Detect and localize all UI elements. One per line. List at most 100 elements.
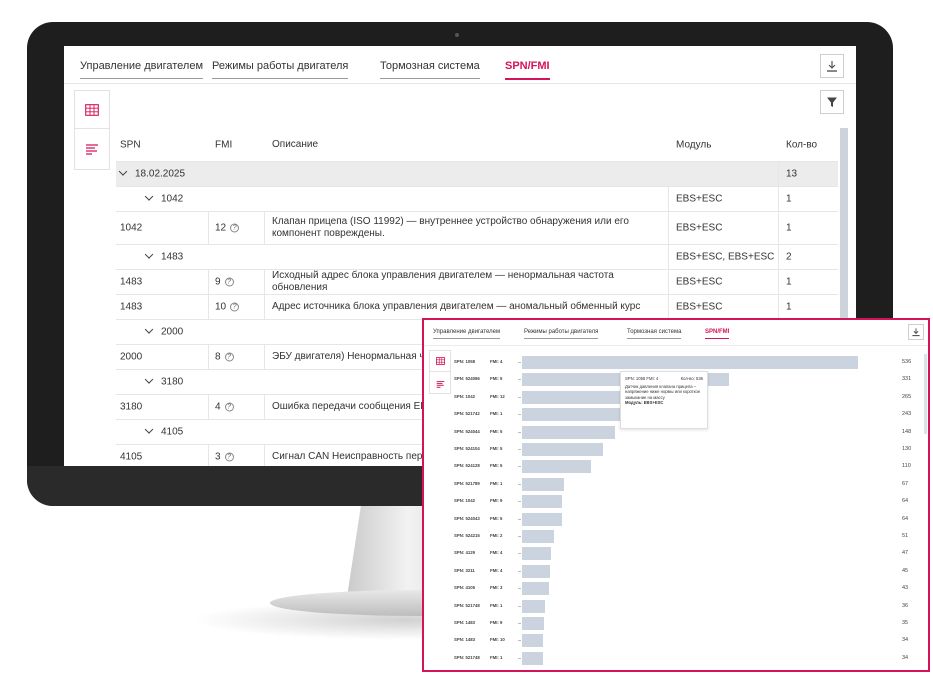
chart-bar[interactable] — [522, 582, 549, 596]
chart-spn-label: SPN: 3211 — [454, 567, 475, 573]
chart-row[interactable]: SPN: 521748 FMI: 1 34 — [454, 650, 924, 667]
group-label[interactable]: 2000 — [144, 325, 183, 338]
chart-bar[interactable] — [522, 634, 544, 648]
table-scrollbar-thumb[interactable] — [840, 128, 848, 328]
tab-engine-modes[interactable]: Режимы работы двигателя — [212, 60, 349, 79]
group-label[interactable]: 1042 — [144, 192, 183, 205]
chart-row[interactable]: SPN: 1042 FMI: 9 64 — [454, 493, 924, 510]
chart-bar[interactable] — [522, 512, 563, 526]
chart-bar[interactable] — [522, 495, 563, 509]
header-count[interactable]: Кол-во — [786, 139, 817, 150]
chart-axis-tick — [518, 379, 521, 381]
group-label[interactable]: 1483 — [144, 250, 183, 263]
chart-row[interactable]: SPN: 524215 FMI: 2 51 — [454, 528, 924, 545]
chart-row[interactable]: SPN: 1058 FMI: 4 536 — [454, 354, 924, 371]
spn-group-row[interactable]: 1483 EBS+ESC, EBS+ESC 2 — [116, 245, 838, 270]
chart-bar[interactable] — [522, 460, 591, 474]
chart-category-label: SPN: 521742 FMI: 1 — [454, 411, 518, 416]
chart-fmi-label: FMI: 1 — [490, 480, 503, 486]
table-row[interactable]: 1483 10? Адрес источника блока управления … — [116, 295, 838, 320]
fmi-cell: 10? — [215, 302, 240, 313]
chart-row[interactable]: SPN: 521789 FMI: 1 67 — [454, 476, 924, 493]
tab-spn-fmi[interactable]: SPN/FMI — [505, 60, 550, 80]
overlay-download-button[interactable] — [908, 324, 924, 340]
chart-row[interactable]: SPN: 4129 FMI: 4 47 — [454, 545, 924, 562]
overlay-tab-spn-fmi[interactable]: SPN/FMI — [705, 329, 730, 339]
help-icon[interactable]: ? — [224, 402, 234, 412]
help-icon[interactable]: ? — [230, 223, 240, 233]
chart-bar[interactable] — [522, 425, 615, 439]
group-label[interactable]: 4105 — [144, 425, 183, 438]
help-icon[interactable]: ? — [230, 302, 240, 312]
download-button[interactable] — [820, 54, 844, 78]
overlay-tab-engine-modes[interactable]: Режимы работы двигателя — [524, 329, 599, 339]
header-module[interactable]: Модуль — [676, 139, 711, 150]
fmi-value: 3 — [215, 451, 221, 463]
tab-engine-control[interactable]: Управление двигателем — [80, 60, 204, 79]
chart-bar[interactable] — [522, 443, 604, 456]
chart-value-label: 51 — [902, 533, 909, 539]
chart-row[interactable]: SPN: 521748 FMI: 1 36 — [454, 598, 924, 615]
chart-row[interactable]: SPN: 524043 FMI: 5 64 — [454, 511, 924, 528]
chart-value-label: 43 — [902, 585, 909, 592]
chart-bar[interactable] — [522, 477, 564, 491]
header-spn[interactable]: SPN — [120, 139, 141, 150]
header-fmi[interactable]: FMI — [215, 139, 232, 150]
chart-bar[interactable] — [522, 564, 551, 578]
help-icon[interactable]: ? — [224, 452, 234, 462]
group-label[interactable]: 3180 — [144, 375, 183, 388]
chart-bar[interactable] — [522, 599, 545, 613]
column-divider — [778, 295, 779, 319]
overlay-chart-view-button[interactable] — [430, 373, 450, 394]
overlay-tab-brake-system[interactable]: Тормозная система — [627, 329, 682, 339]
column-divider — [668, 270, 669, 294]
help-icon[interactable]: ? — [224, 352, 234, 362]
chart-row[interactable]: SPN: 1483 FMI: 9 35 — [454, 615, 924, 632]
chart-value-label: 331 — [902, 376, 912, 383]
date-group-row[interactable]: 18.02.2025 13 — [116, 162, 838, 187]
chart-fmi-label: FMI: 3 — [490, 585, 503, 591]
fmi-cell: 9? — [215, 277, 234, 288]
chevron-down-icon[interactable] — [144, 192, 154, 201]
chart-bar[interactable] — [522, 547, 552, 561]
chart-category-label: SPN: 4105 FMI: 3 — [454, 585, 518, 590]
chart-row[interactable]: SPN: 524128 FMI: 5 110 — [454, 458, 924, 475]
chart-row[interactable]: SPN: 4105 FMI: 3 43 — [454, 580, 924, 597]
overlay-tab-engine-control[interactable]: Управление двигателем — [433, 329, 501, 339]
column-divider — [778, 187, 779, 211]
tab-brake-system[interactable]: Тормозная система — [380, 60, 480, 79]
description-cell: Адрес источника блока управления двигате… — [272, 301, 641, 312]
table-row[interactable]: 1483 9? Исходный адрес блока управления дв… — [116, 270, 838, 295]
chart-value-label: 35 — [902, 620, 909, 626]
chart-view-button[interactable] — [75, 130, 109, 168]
chart-bar[interactable] — [522, 530, 554, 543]
table-row[interactable]: 1042 12? Клапан прицепа (ISO 11992) — внут… — [116, 212, 838, 245]
chart-category-label: SPN: 521789 FMI: 1 — [454, 481, 518, 486]
chart-row[interactable]: SPN: 524104 FMI: 5 130 — [454, 441, 924, 458]
overlay-scrollbar-thumb[interactable] — [924, 354, 927, 434]
chart-row[interactable]: SPN: 3211 FMI: 4 45 — [454, 563, 924, 580]
chart-bar[interactable] — [522, 617, 544, 630]
chevron-down-icon[interactable] — [144, 325, 154, 334]
chevron-down-icon[interactable] — [118, 167, 128, 176]
chart-fmi-label: FMI: 1 — [490, 602, 503, 608]
header-description[interactable]: Описание — [272, 139, 662, 151]
chart-category-label: SPN: 524104 FMI: 5 — [454, 446, 518, 451]
overlay-table-view-button[interactable] — [430, 351, 450, 372]
chart-bar[interactable] — [522, 651, 544, 665]
table-view-button[interactable] — [75, 91, 109, 129]
chart-fmi-label: FMI: 2 — [490, 533, 503, 538]
column-divider — [668, 295, 669, 319]
chart-row[interactable]: SPN: 1483 FMI: 10 34 — [454, 632, 924, 649]
chart-spn-label: SPN: 1058 — [454, 359, 476, 364]
help-icon[interactable]: ? — [224, 277, 234, 287]
column-divider — [208, 395, 209, 419]
chevron-down-icon[interactable] — [144, 375, 154, 384]
chart-spn-label: SPN: 1483 — [454, 637, 476, 643]
filter-button[interactable] — [820, 90, 844, 114]
chevron-down-icon[interactable] — [144, 250, 154, 259]
spn-group-row[interactable]: 1042 EBS+ESC 1 — [116, 187, 838, 212]
chart-bar[interactable] — [522, 356, 858, 369]
chevron-down-icon[interactable] — [144, 425, 154, 434]
group-label[interactable]: 18.02.2025 — [118, 167, 185, 180]
